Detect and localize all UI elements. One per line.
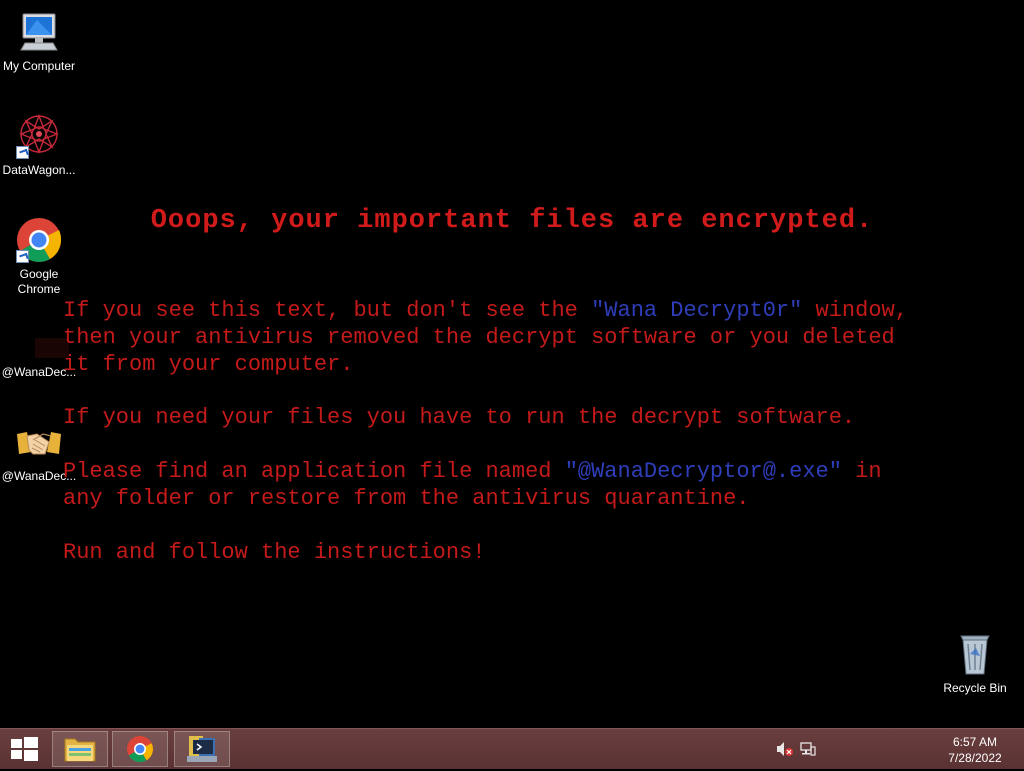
datawagon-icon bbox=[15, 112, 63, 160]
clock-date: 7/28/2022 bbox=[948, 751, 1002, 765]
highlight-window-name: "Wana Decrypt0r" bbox=[591, 298, 803, 323]
highlight-file-name: "@WanaDecryptor@.exe" bbox=[564, 459, 842, 484]
start-button[interactable] bbox=[0, 729, 48, 769]
computer-icon bbox=[15, 8, 63, 56]
paragraph-text: If you see this text, but don't see the bbox=[63, 298, 592, 323]
chrome-icon bbox=[113, 736, 167, 770]
volume-muted-icon[interactable] bbox=[776, 741, 793, 757]
ransom-paragraph-2: If you need your files you have to run t… bbox=[63, 405, 856, 430]
system-tray: 6:57 AM 7/28/2022 bbox=[777, 729, 1024, 769]
ransom-paragraph-4: Run and follow the instructions! bbox=[63, 540, 486, 565]
desktop-icon-my-computer[interactable]: My Computer bbox=[0, 8, 78, 74]
handshake-icon bbox=[15, 424, 63, 466]
taskbar-file-explorer[interactable] bbox=[52, 731, 108, 767]
desktop-icon-datawagon[interactable]: DataWagon... bbox=[0, 112, 78, 178]
taskbar-clock[interactable]: 6:57 AM 7/28/2022 bbox=[940, 734, 1010, 766]
taskbar: 6:57 AM 7/28/2022 bbox=[0, 728, 1024, 769]
taskbar-python-app[interactable] bbox=[174, 731, 230, 767]
paragraph-text: Please find an application file named bbox=[63, 459, 565, 484]
ransom-title: Ooops, your important files are encrypte… bbox=[150, 206, 874, 236]
ransom-paragraph-1: If you see this text, but don't see the … bbox=[63, 297, 993, 378]
desktop-icon-label: My Computer bbox=[2, 59, 76, 73]
file-explorer-icon bbox=[53, 738, 107, 770]
shortcut-arrow-icon bbox=[16, 250, 29, 263]
desktop-icon-label: Google Chrome bbox=[17, 267, 61, 296]
desktop-icon-label: Recycle Bin bbox=[943, 681, 1007, 695]
shortcut-arrow-icon bbox=[16, 146, 29, 159]
python-app-icon bbox=[175, 736, 229, 770]
desktop-icon-recycle-bin[interactable]: Recycle Bin bbox=[936, 630, 1014, 696]
desktop-icon-label: DataWagon... bbox=[2, 163, 76, 177]
taskbar-chrome[interactable] bbox=[112, 731, 168, 767]
wanadecryptor-icon bbox=[15, 324, 69, 362]
clock-time: 6:57 AM bbox=[952, 735, 998, 749]
ransom-paragraph-3: Please find an application file named "@… bbox=[63, 458, 993, 512]
recycle-bin-icon bbox=[951, 630, 999, 678]
network-icon[interactable] bbox=[800, 741, 816, 757]
